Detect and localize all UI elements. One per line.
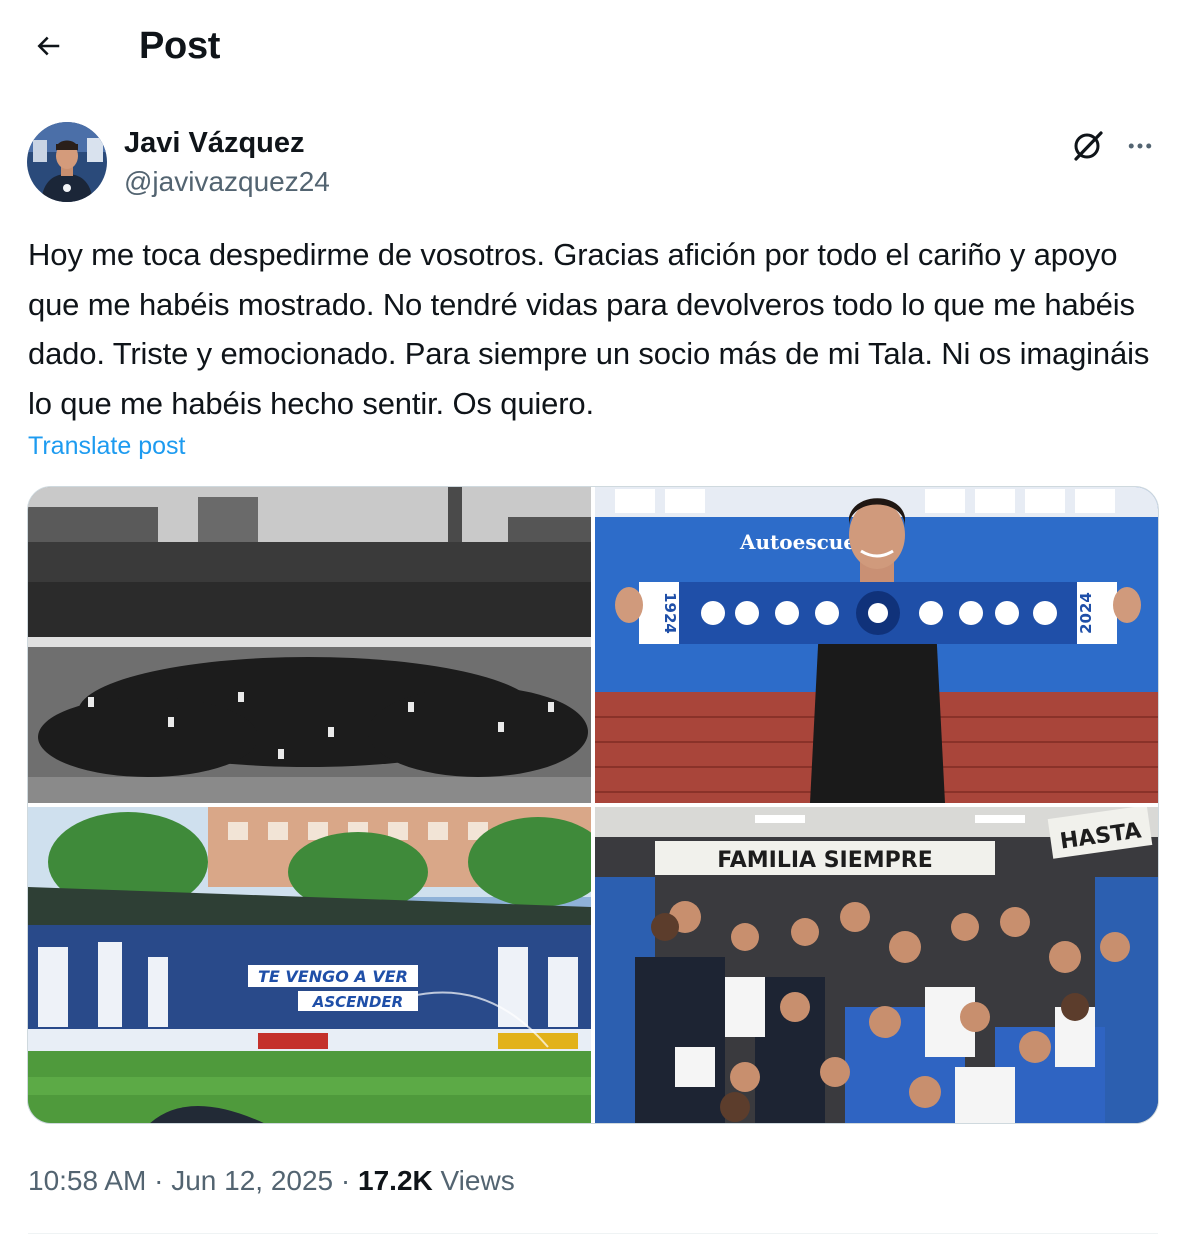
views-label: Views xyxy=(440,1165,515,1196)
banner-line1: TE VENGO A VER xyxy=(258,967,408,986)
post-date[interactable]: Jun 12, 2025 xyxy=(171,1165,333,1196)
post-time[interactable]: 10:58 AM xyxy=(28,1165,146,1196)
media-grid: Autoescue 1924 2024 TE VENGO A VER ASCEN… xyxy=(27,486,1159,1124)
banner-line2: ASCENDER xyxy=(312,993,403,1011)
sign-text: Autoescue xyxy=(739,530,856,554)
more-button[interactable] xyxy=(1118,124,1162,168)
author-name[interactable]: Javi Vázquez xyxy=(124,125,305,161)
page-title: Post xyxy=(139,25,221,67)
translate-post-link[interactable]: Translate post xyxy=(28,429,185,463)
meta-separator: · xyxy=(146,1165,172,1196)
top-bar: Post xyxy=(0,0,1188,92)
post-text: Hoy me toca despedirme de vosotros. Grac… xyxy=(28,237,1150,421)
divider xyxy=(28,1233,1158,1234)
photo-stadium-bw[interactable] xyxy=(28,487,591,803)
back-button[interactable] xyxy=(26,24,70,68)
arrow-left-icon xyxy=(37,36,60,56)
scarf-year-right: 2024 xyxy=(1077,592,1095,634)
avatar-image xyxy=(27,122,107,202)
photo-dressing-room[interactable]: FAMILIA SIEMPRE HASTA xyxy=(595,807,1158,1123)
photo-player-scarf[interactable]: Autoescue 1924 2024 xyxy=(595,487,1158,803)
more-horizontal-icon xyxy=(1128,143,1152,149)
scarf-year-left: 1924 xyxy=(661,592,679,634)
views-count: 17.2K xyxy=(358,1165,433,1196)
wall-text: FAMILIA SIEMPRE xyxy=(717,848,933,873)
post-meta: 10:58 AM · Jun 12, 2025 · 17.2K Views xyxy=(28,1163,515,1199)
photo-stadium-banner[interactable]: TE VENGO A VER ASCENDER xyxy=(28,807,591,1123)
meta-separator: · xyxy=(333,1165,359,1196)
grok-icon xyxy=(1074,131,1103,161)
grok-button[interactable] xyxy=(1066,124,1110,168)
author-handle[interactable]: @javivazquez24 xyxy=(124,165,330,199)
avatar[interactable] xyxy=(27,122,107,202)
